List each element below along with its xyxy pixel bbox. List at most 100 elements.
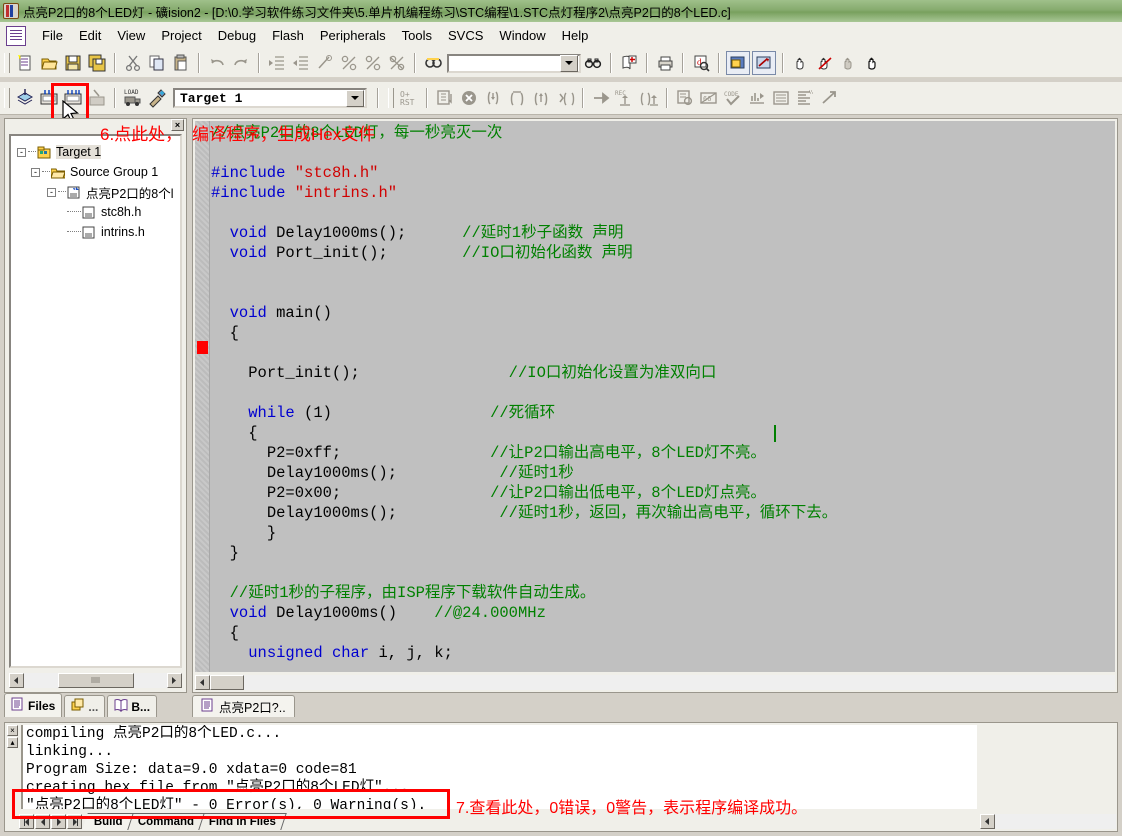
output-hscrollbar[interactable] [980, 813, 1116, 830]
prev-tab-button[interactable] [35, 814, 50, 829]
code-line[interactable] [211, 383, 1115, 403]
scroll-trough[interactable] [133, 672, 167, 688]
tree-item-c-file[interactable]: - 点亮P2口的8个l [15, 182, 178, 202]
hand-grab-icon[interactable] [862, 52, 884, 74]
scroll-right-button[interactable] [167, 672, 182, 688]
tree-item-target[interactable]: - Target 1 [15, 142, 178, 162]
code-line[interactable]: P2=0x00; //让P2口输出低电平，8个LED灯点亮。 [211, 483, 1115, 503]
code-line[interactable]: #include "stc8h.h" [211, 163, 1115, 183]
bookmark-next-icon[interactable] [362, 52, 384, 74]
menu-tools[interactable]: Tools [394, 25, 440, 46]
menu-window[interactable]: Window [491, 25, 553, 46]
chevron-down-icon[interactable] [560, 54, 578, 72]
binoculars-icon[interactable] [582, 52, 604, 74]
scroll-left-button[interactable] [9, 672, 24, 688]
editor-hscrollbar[interactable] [195, 674, 1115, 690]
menu-debug[interactable]: Debug [210, 25, 264, 46]
code-line[interactable]: { [211, 423, 1115, 443]
code-line[interactable]: } [211, 523, 1115, 543]
toolbar-grip[interactable] [4, 88, 10, 108]
bookmark-toggle-icon[interactable] [338, 52, 360, 74]
copy-icon[interactable] [146, 52, 168, 74]
scroll-thumb[interactable] [57, 672, 134, 688]
tab-books[interactable]: B... [107, 695, 158, 717]
translate-file-icon[interactable] [14, 87, 36, 109]
output-tab-command[interactable]: Command [125, 813, 205, 830]
code-editor[interactable]: //点亮P2口的8个LED灯，每一秒亮灭一次 #include "stc8h.h… [195, 121, 1115, 672]
project-tree[interactable]: - Target 1 - Source Group 1 - 点亮P2口的8个l … [9, 134, 182, 668]
build-target-icon[interactable] [38, 87, 60, 109]
find-combo[interactable] [447, 53, 581, 73]
project-window-icon[interactable] [726, 51, 750, 75]
output-tab-findinfiles[interactable]: Find in Files [197, 813, 287, 830]
scroll-trough[interactable] [995, 814, 1116, 829]
scroll-thumb[interactable] [210, 674, 244, 690]
target-select[interactable]: Target 1 [173, 88, 367, 108]
redo-icon[interactable] [230, 52, 252, 74]
save-icon[interactable] [62, 52, 84, 74]
expander-icon[interactable]: - [31, 167, 40, 177]
scroll-up-button[interactable]: ▴ [7, 737, 18, 748]
toolbar-grip[interactable] [4, 53, 10, 73]
code-line[interactable]: void Delay1000ms() //@24.000MHz [211, 603, 1115, 623]
code-line[interactable]: Delay1000ms(); //延时1秒 [211, 463, 1115, 483]
tab-regs[interactable]: ... [64, 695, 106, 717]
bookmark-clear-icon[interactable] [386, 52, 408, 74]
menu-help[interactable]: Help [554, 25, 597, 46]
toolbar-grip[interactable] [388, 88, 394, 108]
find-in-files-icon[interactable] [422, 52, 444, 74]
menu-peripherals[interactable]: Peripherals [312, 25, 394, 46]
scroll-left-button[interactable] [195, 674, 210, 690]
chevron-down-icon[interactable] [346, 89, 364, 107]
source-code[interactable]: //点亮P2口的8个LED灯，每一秒亮灭一次 #include "stc8h.h… [211, 123, 1115, 672]
editor-gutter[interactable] [195, 121, 210, 672]
project-tree-hscrollbar[interactable] [9, 672, 182, 688]
scroll-trough[interactable] [244, 674, 1115, 690]
hand-icon[interactable] [790, 52, 812, 74]
save-all-icon[interactable] [86, 52, 108, 74]
hand-stop-icon[interactable] [814, 52, 836, 74]
code-line[interactable]: void Delay1000ms(); //延时1秒子函数 声明 [211, 223, 1115, 243]
expander-icon[interactable]: - [17, 147, 26, 157]
next-tab-button[interactable] [51, 814, 66, 829]
code-line[interactable] [211, 563, 1115, 583]
code-line[interactable] [211, 343, 1115, 363]
menu-view[interactable]: View [109, 25, 153, 46]
menu-project[interactable]: Project [153, 25, 209, 46]
first-tab-button[interactable] [19, 814, 34, 829]
print-icon[interactable] [654, 52, 676, 74]
outdent-icon[interactable] [290, 52, 312, 74]
code-line[interactable] [211, 203, 1115, 223]
find-next-icon[interactable] [618, 52, 640, 74]
code-line[interactable] [211, 283, 1115, 303]
code-line[interactable]: void main() [211, 303, 1115, 323]
menu-svcs[interactable]: SVCS [440, 25, 491, 46]
scroll-left-button[interactable] [980, 814, 995, 829]
indent-icon[interactable] [266, 52, 288, 74]
code-line[interactable]: { [211, 323, 1115, 343]
rebuild-all-icon[interactable] [62, 87, 84, 109]
new-file-icon[interactable] [14, 52, 36, 74]
code-line[interactable]: } [211, 543, 1115, 563]
code-line[interactable]: { [211, 623, 1115, 643]
tree-item-stc8h[interactable]: stc8h.h [15, 202, 178, 222]
menu-flash[interactable]: Flash [264, 25, 312, 46]
comment-icon[interactable] [314, 52, 336, 74]
download-icon[interactable]: LOAD [122, 87, 144, 109]
tree-item-source-group[interactable]: - Source Group 1 [15, 162, 178, 182]
code-line[interactable]: #include "intrins.h" [211, 183, 1115, 203]
code-line[interactable]: void Port_init(); //IO口初始化函数 声明 [211, 243, 1115, 263]
find-id-icon[interactable]: d [690, 52, 712, 74]
menu-file[interactable]: File [34, 25, 71, 46]
scroll-trough[interactable] [24, 672, 58, 688]
breakpoint-marker[interactable] [197, 341, 208, 354]
code-line[interactable]: //延时1秒的子程序，由ISP程序下载软件自动生成。 [211, 583, 1115, 603]
code-line[interactable]: P2=0xff; //让P2口输出高电平，8个LED灯不亮。 [211, 443, 1115, 463]
code-line[interactable]: Port_init(); //IO口初始化设置为准双向口 [211, 363, 1115, 383]
code-line[interactable]: while (1) //死循环 [211, 403, 1115, 423]
tab-files[interactable]: Files [4, 693, 63, 717]
code-line[interactable]: unsigned char i, j, k; [211, 643, 1115, 663]
menu-edit[interactable]: Edit [71, 25, 109, 46]
close-icon[interactable]: × [7, 725, 18, 736]
code-line[interactable] [211, 263, 1115, 283]
